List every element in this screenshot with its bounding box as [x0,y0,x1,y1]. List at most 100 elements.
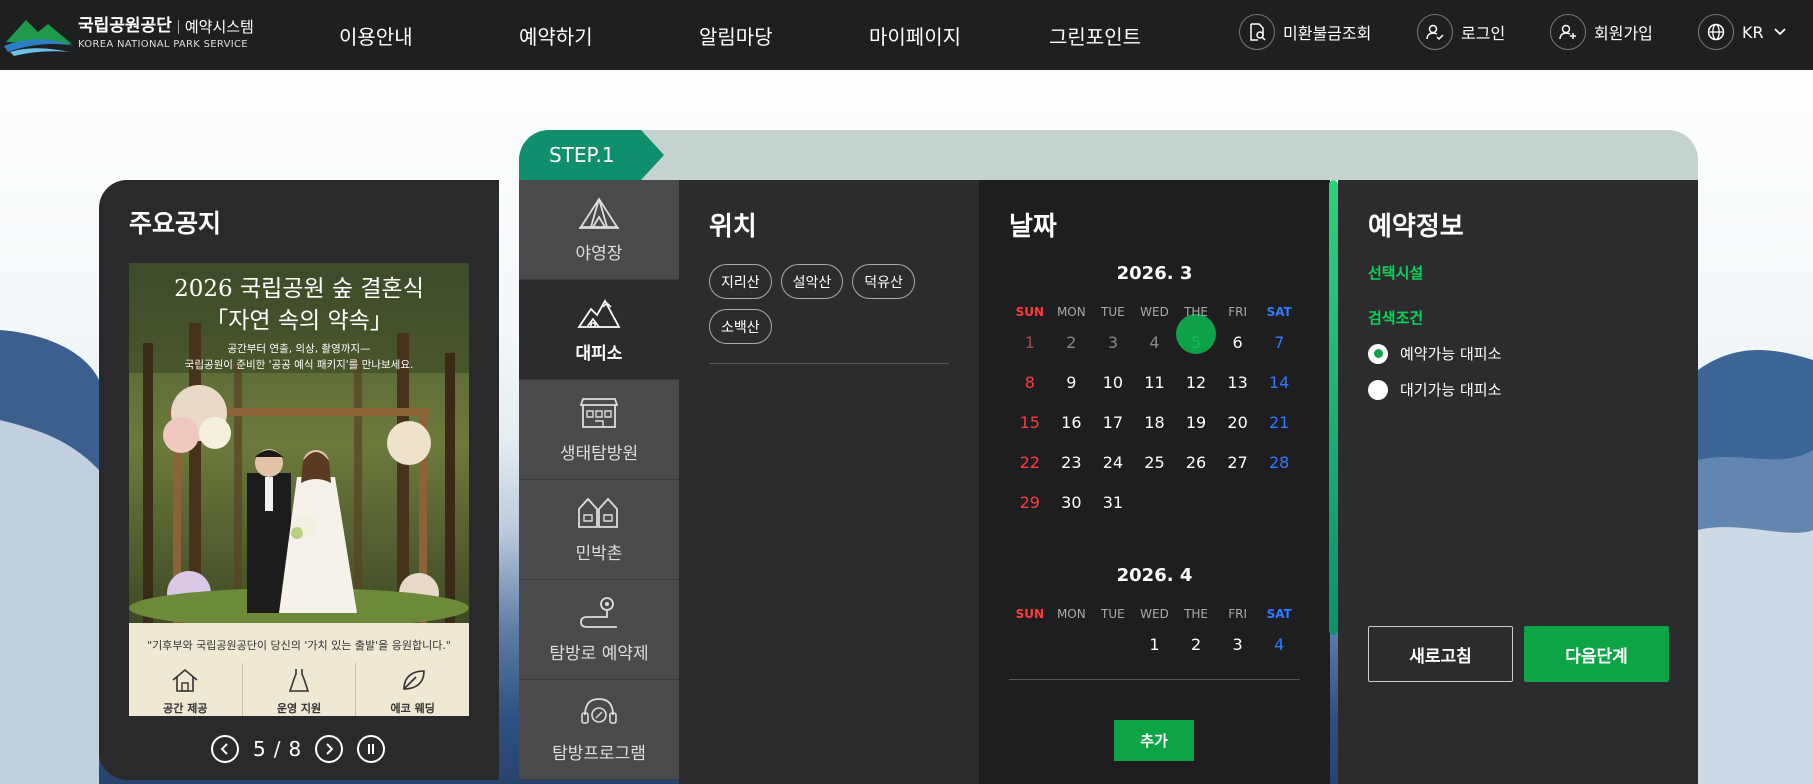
nav-item-notice[interactable]: 알림마당 [699,0,773,70]
nav-item-guide[interactable]: 이용안내 [339,0,413,70]
chevron-right-icon [326,743,334,755]
radio-available[interactable]: 예약가능 대피소 [1368,343,1501,364]
logo[interactable]: 국립공원공단 예약시스템 KOREA NATIONAL PARK SERVICE [4,12,254,56]
calendar-day[interactable]: 3 [1092,333,1134,352]
signup-link[interactable]: 회원가입 [1550,14,1653,50]
calendar-scrollbar[interactable] [1329,180,1338,635]
calendar-day[interactable]: 17 [1092,413,1134,432]
calendar-day[interactable]: 21 [1258,413,1300,432]
location-chip[interactable]: 설악산 [780,264,844,299]
category-eco-center[interactable]: 생태탐방원 [519,380,679,480]
date-panel: 날짜 2026. 3 SUN MON TUE WED THE FRI SAT 1 2 3 4 5 6 7 8 9… [979,180,1330,784]
notice-banner[interactable]: 2026 국립공원 숲 결혼식 「자연 속의 약속」 공간부터 연출, 의상, … [129,263,469,716]
calendar-day[interactable]: 8 [1009,373,1051,392]
feature-space: 공간 제공 [129,663,243,716]
logo-sub: 예약시스템 [177,19,254,34]
calendar-day[interactable]: 7 [1258,333,1300,352]
calendar-day[interactable]: 27 [1217,453,1259,472]
login-link[interactable]: 로그인 [1417,14,1505,50]
category-campsite[interactable]: 야영장 [519,180,679,280]
shelter-icon [577,299,621,328]
chevron-left-icon [220,743,228,755]
calendar-day[interactable]: 14 [1258,373,1300,392]
divider [1009,679,1300,680]
leaf-icon [402,670,425,690]
calendar-day[interactable]: 31 [1092,493,1134,512]
feature-eco: 에코 웨딩 [356,663,469,716]
weekday-label: FRI [1228,607,1247,621]
radio-label: 예약가능 대피소 [1400,345,1502,363]
location-chip[interactable]: 덕유산 [852,264,915,299]
calendar-day[interactable]: 1 [1134,635,1176,654]
chevron-down-icon [1773,28,1786,36]
calendar-day[interactable]: 2 [1175,635,1217,654]
calendar-day[interactable]: 15 [1009,413,1051,432]
next-step-button[interactable]: 다음단계 [1524,626,1669,682]
weekday-label: SAT [1266,607,1292,621]
calendar-week: 15 16 17 18 19 20 21 [1009,402,1300,442]
calendar-day[interactable]: 6 [1217,333,1259,352]
prev-button[interactable] [211,735,239,763]
calendar-day[interactable]: 11 [1134,373,1176,392]
next-button[interactable] [315,735,344,763]
nav-item-greenpoint[interactable]: 그린포인트 [1049,0,1141,70]
calendar-day[interactable]: 26 [1175,453,1217,472]
refresh-button[interactable]: 새로고침 [1368,626,1513,682]
calendar-day[interactable]: 16 [1051,413,1093,432]
park-logo-icon [4,20,74,56]
calendar-day[interactable]: 4 [1134,333,1176,352]
calendar-day[interactable]: 10 [1092,373,1134,392]
logo-text: 국립공원공단 예약시스템 [78,18,254,35]
category-shelter[interactable]: 대피소 [519,280,679,380]
calendar-day[interactable]: 4 [1258,635,1300,654]
location-chips: 지리산 설악산 덕유산 소백산 [709,264,949,344]
user-add-icon [1550,14,1586,50]
radio-waitlist[interactable]: 대기가능 대피소 [1368,379,1501,400]
day-number: 5 [1190,332,1202,352]
calendar-day[interactable]: 23 [1051,453,1093,472]
calendar-day[interactable]: 20 [1217,413,1259,432]
banner-title-line1: 2026 국립공원 숲 결혼식 [174,276,424,302]
calendar-day[interactable]: 22 [1009,453,1051,472]
house-icon [172,668,198,692]
calendar-week: 1234567 [1009,313,1300,362]
month-title: 2026. 4 [1116,565,1193,586]
calendar-day[interactable]: 3 [1217,635,1259,654]
calendar-day[interactable]: 12 [1175,373,1217,392]
refund-lookup-link[interactable]: 미환불금조회 [1239,14,1371,50]
weekday-label: WED [1140,607,1169,621]
calendar-day[interactable]: 19 [1175,413,1217,432]
banner-sub-line1: 공간부터 연출, 의상, 촬영까지— [227,343,371,355]
feature-support: 운영 지원 [243,663,357,716]
category-guesthouse[interactable]: 민박촌 [519,480,679,580]
calendar-day[interactable]: 2 [1051,333,1093,352]
location-chip[interactable]: 소백산 [709,309,772,344]
pause-button[interactable] [357,735,386,763]
calendar-day[interactable]: 29 [1009,493,1051,512]
add-button[interactable]: 추가 [1114,720,1194,761]
calendar-day[interactable]: 13 [1217,373,1259,392]
dress-icon [288,669,310,692]
calendar-day[interactable]: 1 [1009,333,1051,352]
notice-pager: 5 / 8 [211,735,386,763]
calendar-grid: SUN MON TUE WED THE FRI SAT 1 2 3 4 [1009,604,1300,664]
calendar-day[interactable]: 18 [1134,413,1176,432]
user-login-icon [1417,14,1453,50]
calendar-day-selected[interactable]: 5 [1175,313,1217,354]
location-chip[interactable]: 지리산 [709,264,772,299]
nav-item-reserve[interactable]: 예약하기 [519,0,593,70]
calendar-day[interactable]: 9 [1051,373,1093,392]
calendar-day[interactable]: 30 [1051,493,1093,512]
category-trail[interactable]: 탐방로 예약제 [519,580,679,680]
calendar-day[interactable]: 25 [1134,453,1176,472]
trail-icon [580,597,617,628]
weekday-label: MON [1056,607,1086,621]
calendar-day[interactable]: 28 [1258,453,1300,472]
language-select[interactable]: KR [1698,14,1786,50]
calendar-day[interactable]: 24 [1092,453,1134,472]
weekday-label: TUE [1101,607,1125,621]
month-title: 2026. 3 [1116,263,1193,284]
category-program[interactable]: 탐방프로그램 [519,680,679,780]
nav-item-mypage[interactable]: 마이페이지 [869,0,961,70]
notice-title: 주요공지 [129,209,222,238]
